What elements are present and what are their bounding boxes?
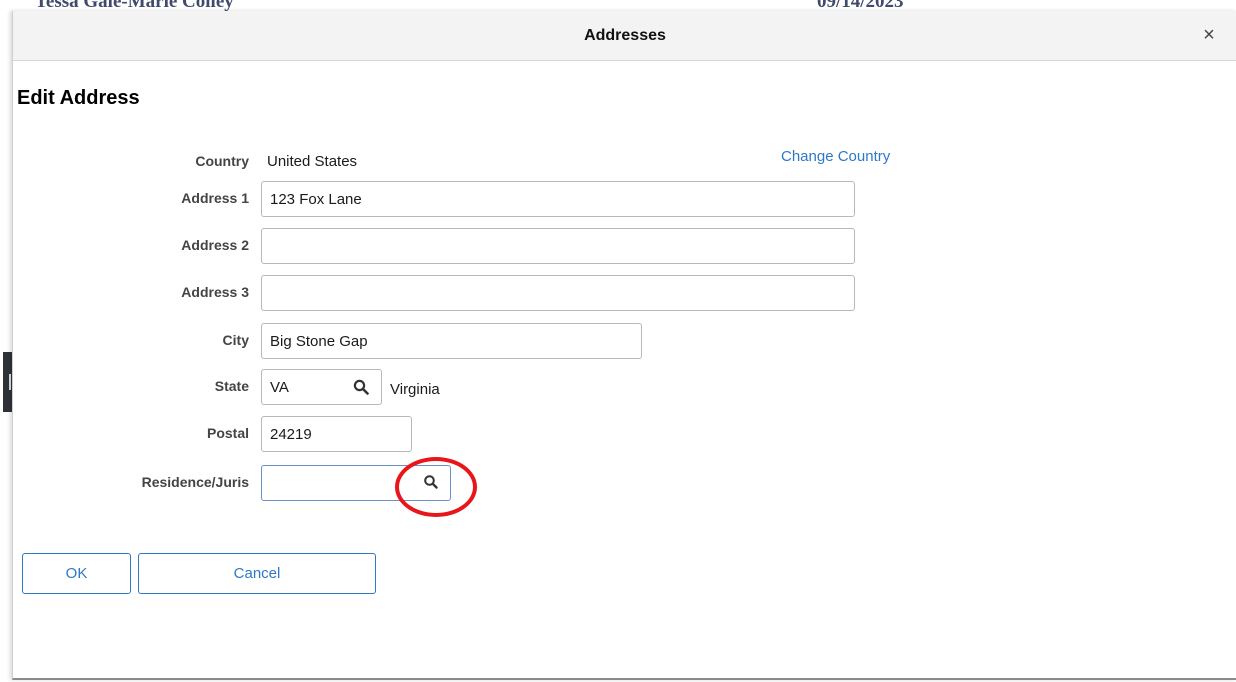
modal-header: Addresses × <box>13 11 1236 61</box>
address3-field[interactable] <box>261 275 855 311</box>
cancel-button[interactable]: Cancel <box>138 553 376 594</box>
city-field[interactable] <box>261 323 642 359</box>
search-icon <box>353 379 369 395</box>
state-lookup-button[interactable] <box>346 372 376 402</box>
addresses-modal: Addresses × Edit Address Country United … <box>12 11 1236 680</box>
close-icon[interactable]: × <box>1199 25 1219 45</box>
ok-button[interactable]: OK <box>22 553 131 594</box>
country-label: Country <box>195 153 249 169</box>
residence-juris-label: Residence/Juris <box>141 474 249 490</box>
city-label: City <box>222 332 249 348</box>
address1-field[interactable] <box>261 181 855 217</box>
change-country-link[interactable]: Change Country <box>781 148 890 165</box>
postal-label: Postal <box>206 425 249 441</box>
country-value: United States <box>267 153 358 170</box>
page-title: Edit Address <box>17 87 140 109</box>
address2-field[interactable] <box>261 228 855 264</box>
address3-label: Address 3 <box>181 284 249 300</box>
postal-field[interactable] <box>261 416 412 452</box>
highlight-annotation-ring <box>395 457 477 517</box>
state-label: State <box>214 378 249 394</box>
state-description: Virginia <box>390 381 440 398</box>
address1-label: Address 1 <box>181 190 249 206</box>
address2-label: Address 2 <box>181 237 249 253</box>
modal-title: Addresses <box>584 27 666 44</box>
